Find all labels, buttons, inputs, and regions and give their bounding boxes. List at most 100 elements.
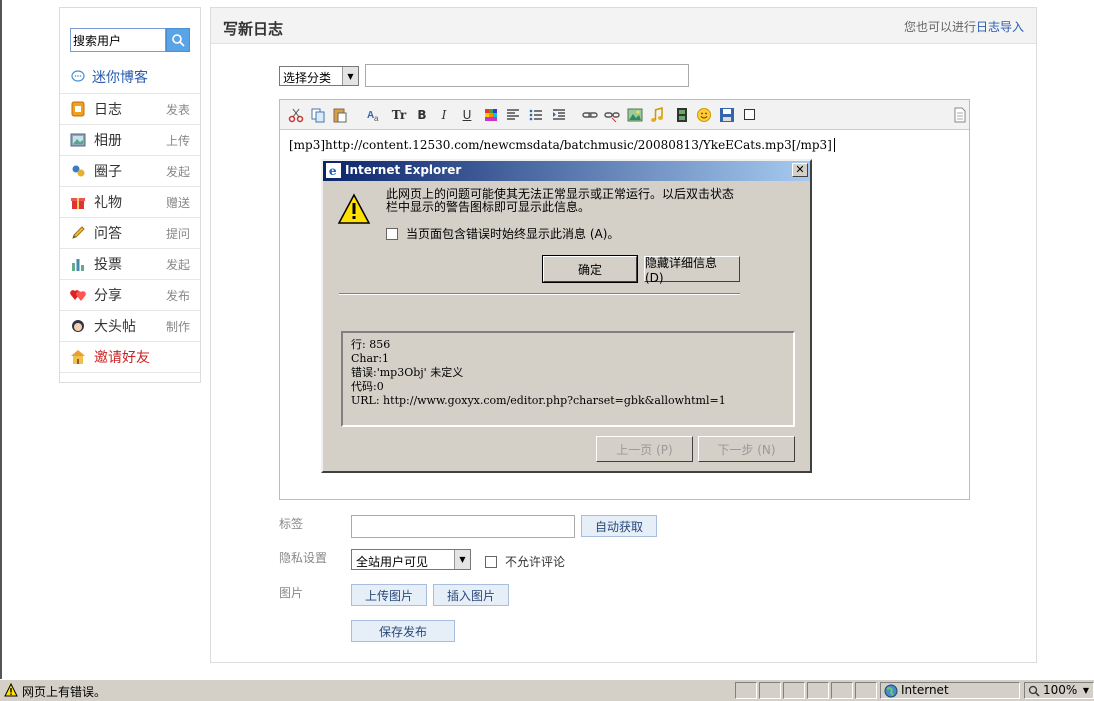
dialog-title: Internet Explorer: [345, 163, 462, 177]
warning-icon[interactable]: [4, 683, 18, 697]
always-show-option[interactable]: 当页面包含错误时始终显示此消息 (A)。: [386, 225, 619, 242]
security-zone[interactable]: Internet: [880, 682, 1020, 699]
always-show-checkbox[interactable]: [386, 227, 398, 240]
next-button[interactable]: 下一步 (N): [698, 436, 795, 462]
close-icon: ✕: [795, 163, 805, 176]
status-text: 网页上有错误。: [22, 685, 107, 699]
editor-toolbar: Aa Tr B I U: [280, 100, 969, 130]
sidebar-item-label: 礼物: [94, 195, 122, 211]
auto-fetch-button[interactable]: 自动获取: [581, 515, 657, 537]
source-mode-checkbox[interactable]: [741, 107, 757, 123]
sidebar-item-action[interactable]: 上传: [166, 132, 190, 149]
journal-icon: [71, 101, 85, 117]
sidebar-item-label: 投票: [94, 257, 122, 273]
page-title: 写新日志: [223, 20, 284, 38]
dialog-message: 此网页上的问题可能使其无法正常显示或正常运行。以后双击状态 栏中显示的警告图标即…: [386, 188, 746, 214]
privacy-select[interactable]: 全站用户可见 ▼: [351, 549, 471, 570]
sidebar-item-invite[interactable]: 邀请好友: [60, 341, 200, 372]
status-pane: [855, 682, 877, 699]
sidebar-item-action[interactable]: 赠送: [166, 194, 190, 211]
no-comment-option[interactable]: 不允许评论: [485, 553, 565, 570]
bulleted-list-icon[interactable]: [528, 107, 544, 123]
error-char: Char:1: [351, 352, 390, 365]
error-line: 行: 856: [351, 338, 391, 351]
zoom-icon: [1028, 685, 1040, 697]
sidebar-item-action[interactable]: 提问: [166, 225, 190, 242]
sidebar-item-avatar-post[interactable]: 大头帖 制作: [60, 310, 200, 341]
dialog-titlebar: e Internet Explorer ✕: [323, 161, 810, 181]
music-note-icon[interactable]: [649, 107, 665, 123]
sidebar-item-label: 相册: [94, 133, 122, 149]
upload-image-button[interactable]: 上传图片: [351, 584, 427, 606]
unlink-icon[interactable]: [604, 107, 620, 123]
sidebar-item-action[interactable]: 发起: [166, 256, 190, 273]
bar-chart-icon: [72, 259, 84, 271]
document-icon[interactable]: [952, 107, 968, 123]
sidebar-item-circle[interactable]: 圈子 发起: [60, 155, 200, 186]
editor-content[interactable]: [mp3]http://content.12530.com/newcmsdata…: [289, 138, 835, 152]
close-button[interactable]: ✕: [792, 163, 808, 177]
sidebar-item-action[interactable]: 发起: [166, 163, 190, 180]
privacy-label: 隐私设置: [279, 551, 328, 565]
ok-button[interactable]: 确定: [542, 255, 638, 283]
bold-icon[interactable]: B: [414, 107, 430, 123]
blog-import-link[interactable]: 日志导入: [976, 20, 1024, 34]
sidebar-item-action[interactable]: 发表: [166, 101, 190, 118]
copy-icon[interactable]: [310, 107, 326, 123]
video-film-icon[interactable]: [674, 107, 690, 123]
indent-icon[interactable]: [551, 107, 567, 123]
category-select[interactable]: 选择分类 ▼: [279, 66, 359, 86]
pencil-icon: [72, 226, 85, 239]
color-palette-icon[interactable]: [483, 107, 499, 123]
tags-input[interactable]: [351, 515, 575, 538]
no-comment-checkbox[interactable]: [485, 555, 497, 568]
italic-icon[interactable]: I: [436, 107, 452, 123]
font-size-icon[interactable]: Tr: [390, 107, 408, 123]
zoom-control[interactable]: 100% ▼: [1024, 682, 1094, 699]
search-button[interactable]: [166, 28, 190, 52]
link-icon[interactable]: [582, 107, 598, 123]
search-input[interactable]: [70, 28, 166, 52]
error-url: URL: http://www.goxyx.com/editor.php?cha…: [351, 394, 726, 407]
save-disk-icon[interactable]: [719, 107, 735, 123]
warning-icon: [337, 193, 371, 224]
mini-blog-link[interactable]: 迷你博客: [70, 66, 148, 88]
security-zone-label: Internet: [901, 683, 949, 697]
image-icon[interactable]: [627, 107, 643, 123]
sidebar-item-album[interactable]: 相册 上传: [60, 124, 200, 155]
ie-error-dialog: e Internet Explorer ✕ 此网页上的问题可能使其无法正常显示或…: [321, 159, 812, 473]
status-pane: [807, 682, 829, 699]
chevron-down-icon: ▼: [342, 67, 358, 85]
smiley-icon[interactable]: [696, 107, 712, 123]
sidebar-item-action[interactable]: 制作: [166, 318, 190, 335]
paste-icon[interactable]: [332, 107, 348, 123]
error-message: 错误:'mp3Obj' 未定义: [351, 366, 464, 379]
insert-image-button[interactable]: 插入图片: [433, 584, 509, 606]
status-pane: [735, 682, 757, 699]
svg-text:a: a: [374, 114, 379, 123]
cut-icon[interactable]: [288, 107, 304, 123]
previous-button[interactable]: 上一页 (P): [596, 436, 693, 462]
status-pane: [831, 682, 853, 699]
save-publish-button[interactable]: 保存发布: [351, 620, 455, 642]
house-icon: [71, 350, 85, 364]
sidebar-item-qa[interactable]: 问答 提问: [60, 217, 200, 248]
sidebar-item-blog[interactable]: 日志 发表: [60, 93, 200, 124]
title-input[interactable]: [365, 64, 689, 87]
privacy-select-value: 全站用户可见: [356, 555, 429, 569]
status-pane: [783, 682, 805, 699]
error-code: 代码:0: [351, 380, 384, 393]
font-family-icon[interactable]: Aa: [366, 107, 382, 123]
underline-icon[interactable]: U: [459, 107, 475, 123]
no-comment-label: 不允许评论: [505, 555, 566, 569]
sidebar-item-label: 问答: [94, 226, 122, 242]
zoom-level: 100%: [1043, 683, 1078, 697]
align-left-icon[interactable]: [505, 107, 521, 123]
chevron-down-icon: ▼: [454, 550, 470, 569]
sidebar-item-action[interactable]: 发布: [166, 287, 190, 304]
sidebar-item-gift[interactable]: 礼物 赠送: [60, 186, 200, 217]
sidebar-item-share[interactable]: 分享 发布: [60, 279, 200, 310]
hide-details-button[interactable]: 隐藏详细信息 (D): [644, 256, 740, 285]
sidebar-item-label: 分享: [94, 288, 122, 304]
sidebar-item-vote[interactable]: 投票 发起: [60, 248, 200, 279]
